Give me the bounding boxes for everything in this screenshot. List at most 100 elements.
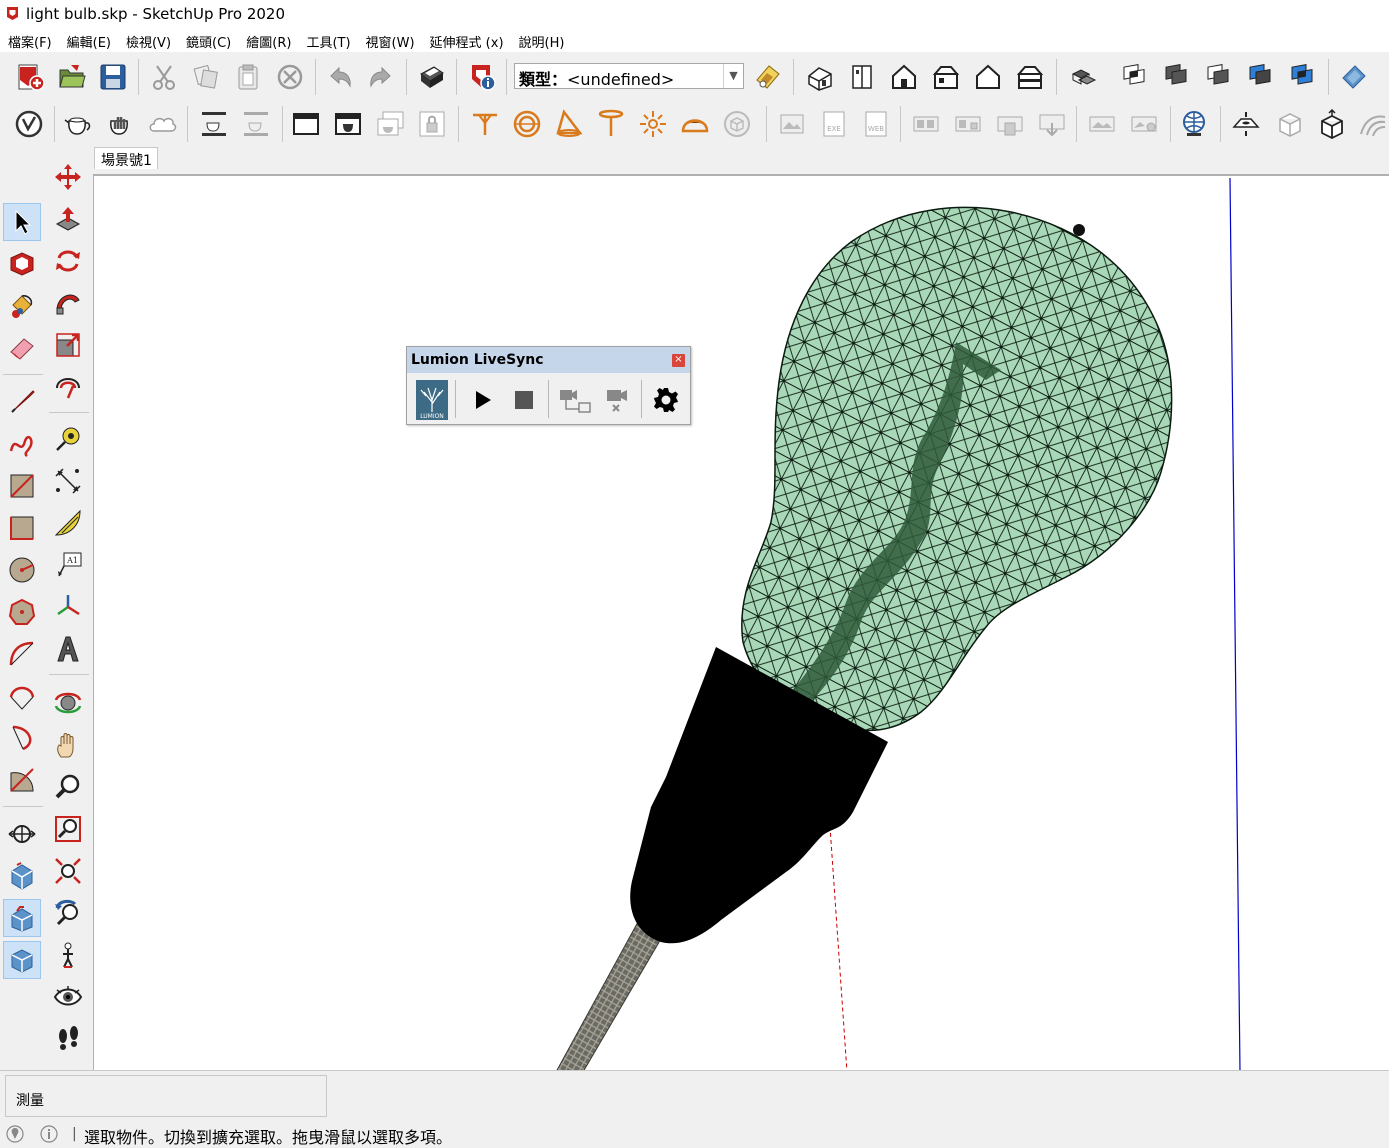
light-burst-icon[interactable] [637,108,669,140]
pie-tool-icon[interactable] [3,761,41,799]
zoom-tool-icon[interactable] [49,768,87,806]
rectangle-tool-icon[interactable] [3,467,41,505]
globe-icon[interactable] [1178,108,1210,140]
model-viewport[interactable] [93,174,1389,1070]
panorama-icon[interactable] [1086,108,1118,140]
text-tool-icon[interactable]: A1 [49,546,87,584]
styles-dropdown[interactable]: 類型：<undefined> ▼ [514,63,744,89]
new-file-icon[interactable] [14,61,46,93]
box-upload-icon[interactable] [1316,108,1348,140]
make-component-icon[interactable] [3,245,41,283]
two-point-arc-icon[interactable] [3,677,41,715]
axes-tool-icon[interactable] [49,588,87,626]
arc-tool-icon[interactable] [3,635,41,673]
lamp-icon[interactable] [595,108,627,140]
push-pull-icon[interactable] [49,200,87,238]
window-lock-icon[interactable] [416,108,448,140]
measurements-box[interactable]: 測量 [5,1075,327,1117]
erase-selection-icon[interactable] [274,61,306,93]
iso-view-icon[interactable] [804,61,836,93]
line-tool-icon[interactable] [3,383,41,421]
scale-tool-icon[interactable] [49,326,87,364]
position-camera-person-icon[interactable] [49,936,87,974]
protractor-icon[interactable] [49,504,87,542]
menu-camera[interactable]: 鏡頭(C) [186,30,238,52]
export-exe-icon[interactable]: EXE [818,108,850,140]
3d-text-icon[interactable] [49,630,87,668]
circle-tool-icon[interactable] [3,551,41,589]
film-strip-icon[interactable] [910,108,942,140]
export-image-icon[interactable] [776,108,808,140]
menu-extensions[interactable]: 延伸程式 (x) [430,30,511,52]
play-icon[interactable] [467,385,497,415]
look-around-eye-icon[interactable] [49,978,87,1016]
freehand-icon[interactable] [3,425,41,463]
paint-bucket-icon[interactable] [3,287,41,325]
chevron-down-icon[interactable]: ▼ [723,64,743,88]
box-selected-icon[interactable] [3,941,41,979]
dimension-tool-icon[interactable] [49,462,87,500]
info-icon[interactable] [39,1124,59,1144]
union-icon[interactable] [1160,61,1192,93]
polygon-tool-icon[interactable] [3,593,41,631]
rotate-tool-icon[interactable] [49,242,87,280]
camera-off-icon[interactable] [600,385,636,415]
orbit-tool-icon[interactable] [49,684,87,722]
three-point-arc-icon[interactable] [3,719,41,757]
sketchup-circle-logo-icon[interactable] [13,108,45,140]
previous-view-icon[interactable] [49,894,87,932]
close-icon[interactable]: × [672,354,685,367]
split-icon[interactable] [1286,61,1318,93]
front-view-icon[interactable] [888,61,920,93]
right-view-icon[interactable] [930,61,962,93]
print-icon[interactable] [415,61,447,93]
save-icon[interactable] [97,61,129,93]
share-component-icon[interactable] [198,108,230,140]
menu-draw[interactable]: 繪圖(R) [246,30,298,52]
open-folder-icon[interactable] [56,61,88,93]
scene-save-icon[interactable] [994,108,1026,140]
dome-icon[interactable] [679,108,711,140]
window-icon[interactable] [290,108,322,140]
walk-component-icon[interactable] [3,857,41,895]
cloud-icon[interactable] [146,108,178,140]
box-icon[interactable] [1274,108,1306,140]
back-view-icon[interactable] [972,61,1004,93]
undo-icon[interactable] [324,61,356,93]
outer-shell-icon[interactable] [1068,61,1100,93]
menu-window[interactable]: 視窗(W) [366,30,422,52]
teapot-icon[interactable] [62,108,94,140]
menu-tools[interactable]: 工具(T) [306,30,357,52]
scene-tab[interactable]: 場景號1 [94,147,158,169]
move-tool-icon[interactable] [49,158,87,196]
scene-download-icon[interactable] [1036,108,1068,140]
eraser-icon[interactable] [3,329,41,367]
select-tool-icon[interactable] [3,203,41,241]
waves-icon[interactable] [1356,108,1388,140]
menu-view[interactable]: 檢視(V) [126,30,178,52]
menu-edit[interactable]: 編輯(E) [67,30,118,52]
stop-icon[interactable] [509,385,539,415]
rotated-rectangle-icon[interactable] [3,509,41,547]
subtract-icon[interactable] [1202,61,1234,93]
gear-icon[interactable] [651,385,681,415]
panorama-settings-icon[interactable] [1128,108,1160,140]
pan-hand-icon[interactable] [49,726,87,764]
iso-house-selected-icon[interactable] [3,899,41,937]
teapot-hand-icon[interactable] [104,108,136,140]
window-stack-icon[interactable] [374,108,406,140]
styles-settings-icon[interactable] [752,61,784,93]
dimension-tee-icon[interactable] [469,108,501,140]
window-teapot-icon[interactable] [332,108,364,140]
left-view-icon[interactable] [1014,61,1046,93]
section-plane-icon[interactable] [1338,61,1370,93]
paste-icon[interactable] [232,61,264,93]
scene-export-icon[interactable] [952,108,984,140]
menu-help[interactable]: 說明(H) [519,30,572,52]
livesync-titlebar[interactable]: Lumion LiveSync × [407,347,690,373]
circle-target-icon[interactable] [511,108,543,140]
lumion-logo-icon[interactable]: LUMION [416,380,448,420]
offset-tool-icon[interactable] [49,368,87,406]
follow-me-icon[interactable] [49,284,87,322]
top-view-icon[interactable] [846,61,878,93]
